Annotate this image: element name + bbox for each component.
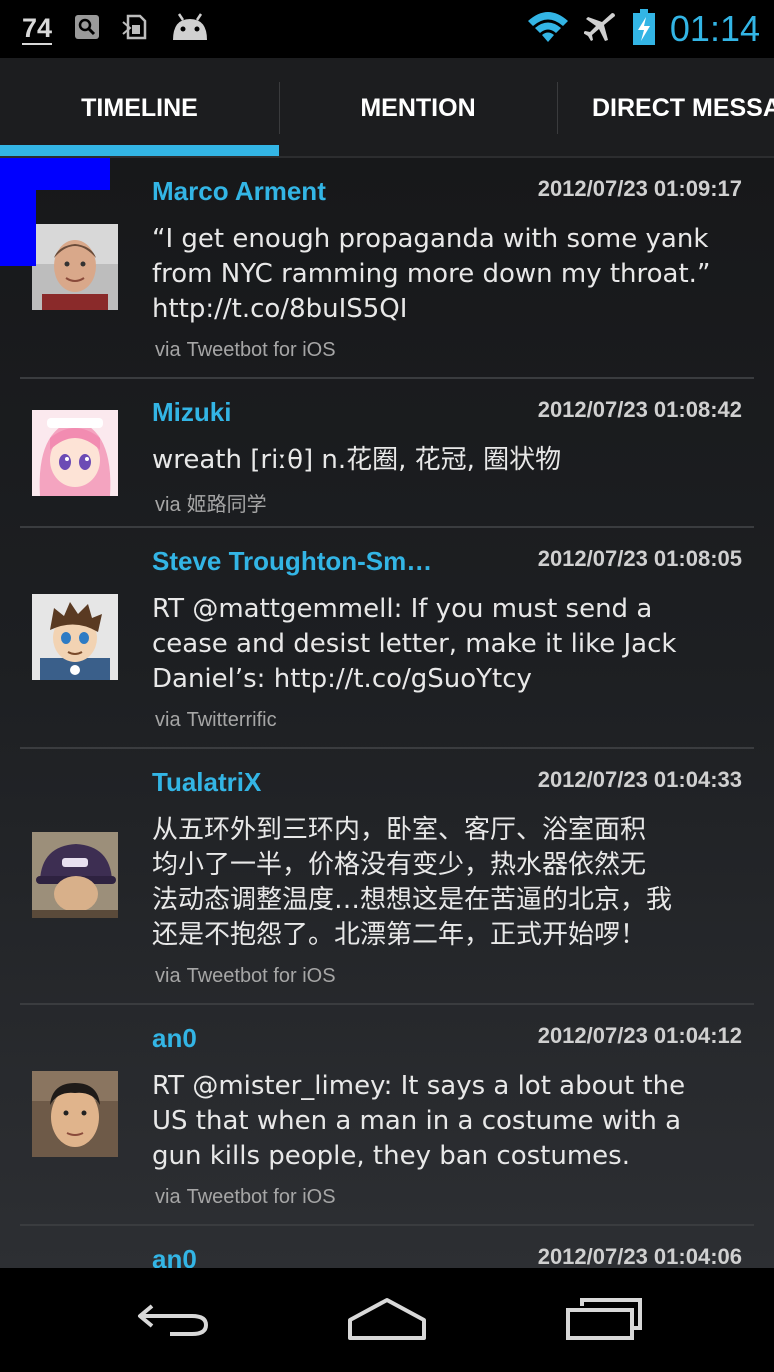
tweet-text-line: 还是不抱怨了。北漂第二年，正式开始啰！: [152, 920, 647, 950]
tweet-text-line: 从五环外到三环内，卧室、客厅、浴室面积: [152, 815, 647, 845]
tweet-link[interactable]: http://t.co/8buIS5QI: [152, 292, 752, 327]
tweet-text-line: “I get enough propaganda with some yank: [152, 224, 709, 254]
tweet-item[interactable]: Mizuki 2012/07/23 01:08:42 wreath [riːθ]…: [0, 379, 774, 528]
source-name: 姬路同学: [186, 494, 267, 516]
clock: 01:14: [669, 8, 760, 49]
search-icon: [74, 14, 100, 44]
render-artifact: [0, 190, 36, 266]
tweet-timestamp: 2012/07/23 01:09:17: [537, 176, 742, 201]
android-icon: [170, 12, 210, 46]
tweet-item[interactable]: an0 2012/07/23 01:04:12 RT @mister_limey…: [0, 1005, 774, 1226]
tweet-username[interactable]: Mizuki: [152, 397, 231, 428]
tweet-text-line: US that when a man in a costume with a: [152, 1106, 682, 1136]
tweet-text: 从五环外到三环内，卧室、客厅、浴室面积 均小了一半，价格没有变少，热水器依然无 …: [152, 813, 752, 953]
wifi-icon: [526, 9, 570, 49]
tab-direct-messages[interactable]: DIRECT MESSAGES: [557, 58, 774, 158]
tweet-username[interactable]: TualatriX: [152, 767, 261, 798]
source-name: Tweetbot for iOS: [186, 1186, 336, 1208]
tweet-username[interactable]: Steve Troughton-Sm…: [152, 546, 432, 577]
tweet-item[interactable]: Marco Arment 2012/07/23 01:09:17 “I get …: [0, 158, 774, 379]
status-bar: 74 01:14: [0, 0, 774, 58]
tweet-text: “I get enough propaganda with some yank …: [152, 222, 752, 327]
tweet-text: wreath [riːθ] n.花圈, 花冠, 圈状物: [152, 443, 752, 478]
source-name: Tweetbot for iOS: [186, 339, 336, 361]
source-name: Tweetbot for iOS: [186, 965, 336, 987]
tweet-timestamp: 2012/07/23 01:04:12: [537, 1023, 742, 1048]
tweet-username[interactable]: Marco Arment: [152, 176, 326, 207]
tab-mention[interactable]: MENTION: [279, 58, 557, 158]
airplane-mode-icon: [582, 10, 618, 48]
tweet-timestamp: 2012/07/23 01:04:06: [537, 1244, 742, 1268]
navigation-bar: [0, 1268, 774, 1372]
tweet-item[interactable]: TualatriX 2012/07/23 01:04:33 从五环外到三环内，卧…: [0, 749, 774, 1005]
avatar[interactable]: [32, 224, 118, 310]
render-artifact: [0, 158, 110, 190]
tweet-item[interactable]: Steve Troughton-Sm… 2012/07/23 01:08:05 …: [0, 528, 774, 749]
tab-bar: TIMELINE MENTION DIRECT MESSAGES: [0, 58, 774, 158]
timeline-list[interactable]: Marco Arment 2012/07/23 01:09:17 “I get …: [0, 158, 774, 1268]
back-icon[interactable]: [132, 1294, 222, 1344]
via-label: via: [155, 709, 181, 731]
tweet-text-line: wreath [riːθ] n.花圈, 花冠, 圈状物: [152, 445, 562, 475]
avatar[interactable]: [32, 1071, 118, 1157]
via-label: via: [155, 1186, 181, 1208]
battery-charging-icon: [632, 8, 656, 50]
tweet-text-line: RT @mister_limey: It says a lot about th…: [152, 1071, 686, 1101]
tweet-text-line: from NYC ramming more down my throat.”: [152, 259, 711, 289]
tab-timeline[interactable]: TIMELINE: [0, 58, 279, 158]
notification-count-icon: 74: [22, 12, 53, 45]
tweet-timestamp: 2012/07/23 01:04:33: [537, 767, 742, 792]
avatar[interactable]: [32, 410, 118, 496]
tweet-source: via Tweetbot for iOS: [155, 1186, 336, 1209]
selected-tab-indicator: [0, 145, 279, 156]
recent-apps-icon[interactable]: [560, 1294, 650, 1344]
tweet-username[interactable]: an0: [152, 1023, 197, 1054]
tweet-source: via Twitterrific: [155, 709, 277, 732]
tweet-text-line: 法动态调整温度…想想这是在苦逼的北京，我: [152, 885, 673, 915]
tweet-source: via Tweetbot for iOS: [155, 339, 336, 362]
tweet-source: via Tweetbot for iOS: [155, 965, 336, 988]
tweet-text-line: RT @mattgemmell: If you must send a: [152, 594, 653, 624]
via-label: via: [155, 494, 181, 516]
tweet-item[interactable]: an0 2012/07/23 01:04:06: [0, 1226, 774, 1268]
home-icon[interactable]: [342, 1294, 432, 1344]
tweet-username[interactable]: an0: [152, 1244, 197, 1268]
tweet-text-line: Daniel’s: http://t.co/gSuoYtcy: [152, 664, 532, 694]
tweet-source: via 姬路同学: [155, 488, 267, 517]
tweet-text-line: 均小了一半，价格没有变少，热水器依然无: [152, 850, 647, 880]
tweet-text: RT @mister_limey: It says a lot about th…: [152, 1069, 752, 1174]
avatar[interactable]: [32, 832, 118, 918]
tweet-timestamp: 2012/07/23 01:08:42: [537, 397, 742, 422]
tweet-text: RT @mattgemmell: If you must send a ceas…: [152, 592, 752, 697]
tweet-text-line: gun kills people, they ban costumes.: [152, 1141, 630, 1171]
avatar[interactable]: [32, 594, 118, 680]
sim-card-icon: [122, 12, 148, 46]
source-name: Twitterrific: [186, 709, 277, 731]
via-label: via: [155, 965, 181, 987]
tweet-timestamp: 2012/07/23 01:08:05: [537, 546, 742, 571]
tweet-text-line: cease and desist letter, make it like Ja…: [152, 629, 677, 659]
via-label: via: [155, 339, 181, 361]
